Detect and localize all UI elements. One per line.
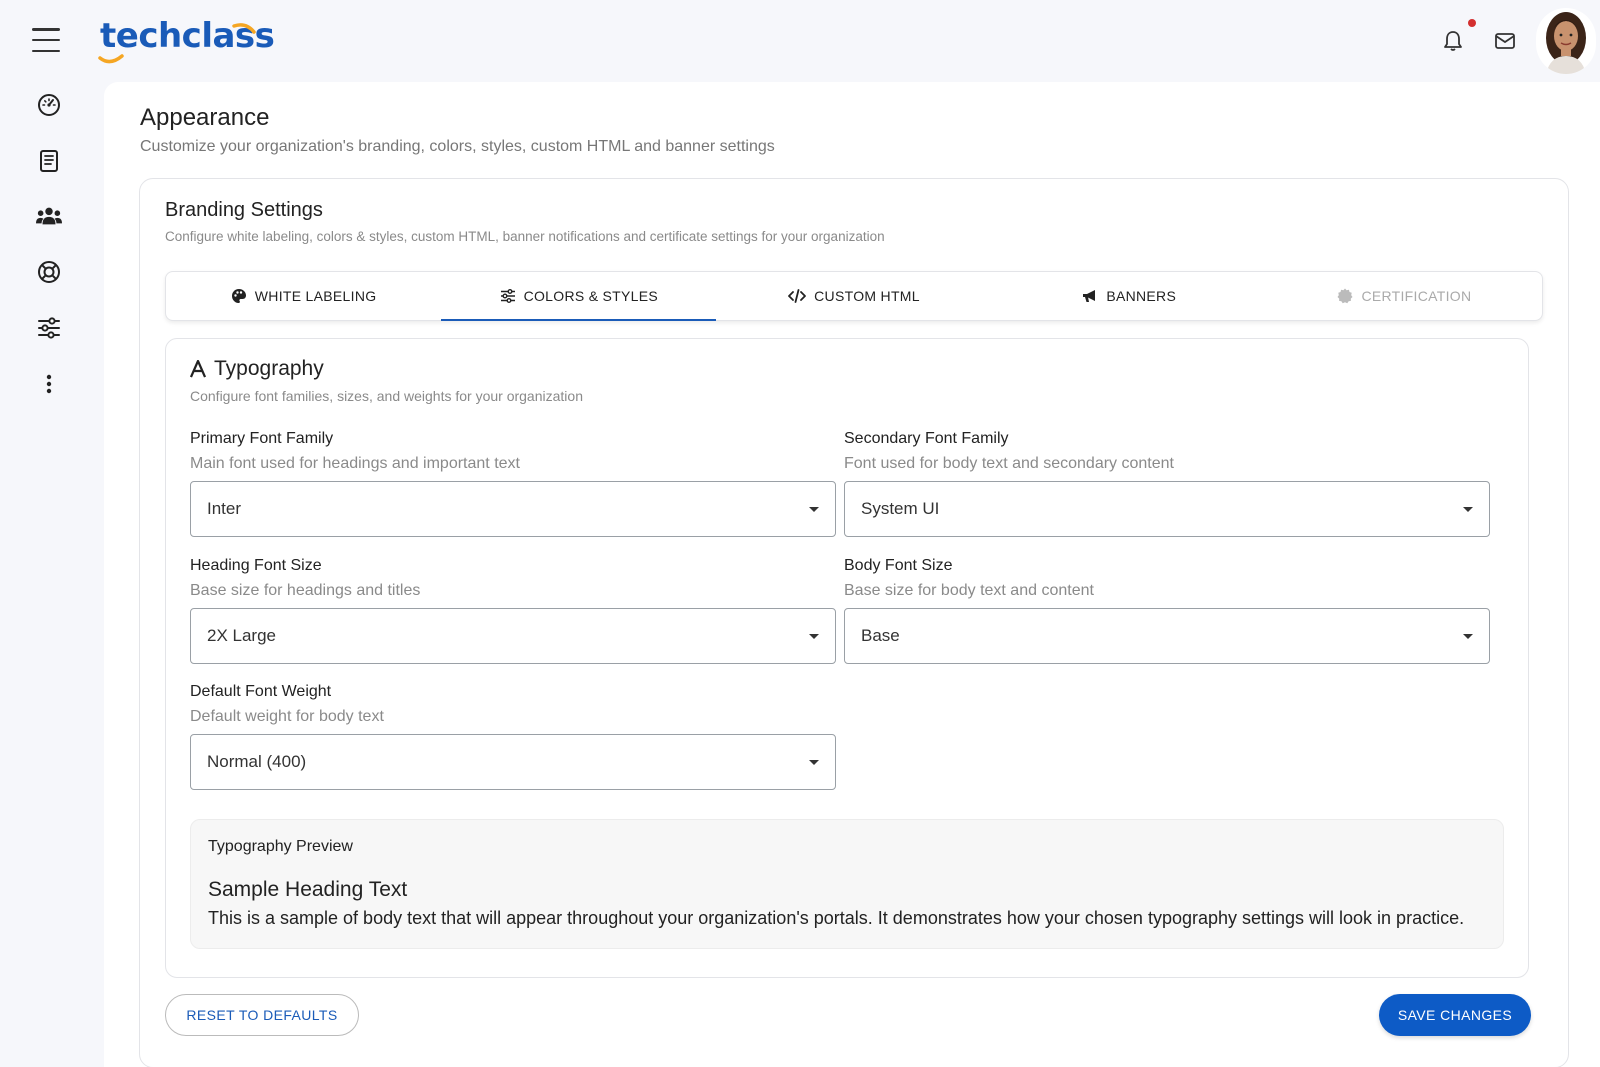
megaphone-icon xyxy=(1083,290,1096,302)
bell-icon[interactable] xyxy=(1440,28,1466,54)
sliders-icon[interactable] xyxy=(36,315,62,341)
avatar[interactable] xyxy=(1536,8,1596,74)
branding-settings-title: Branding Settings xyxy=(165,199,323,221)
tab-banners[interactable]: BANNERS xyxy=(992,272,1267,320)
preview-body: This is a sample of body text that will … xyxy=(208,908,1465,928)
users-icon[interactable] xyxy=(36,203,62,229)
tab-white-labeling[interactable]: WHITE LABELING xyxy=(166,272,441,320)
chevron-down-icon xyxy=(1463,633,1473,639)
typography-subtitle: Configure font families, sizes, and weig… xyxy=(190,388,583,404)
tab-custom-html[interactable]: CUSTOM HTML xyxy=(716,272,991,320)
heading-size-field: Heading Font Size Base size for headings… xyxy=(190,557,836,664)
tab-colors-styles[interactable]: COLORS & STYLES xyxy=(441,272,717,321)
select-value: Inter xyxy=(207,499,242,518)
dashboard-icon[interactable] xyxy=(36,92,62,118)
main-content: Appearance Customize your organization's… xyxy=(104,82,1600,1067)
tab-label: CERTIFICATION xyxy=(1361,288,1472,304)
secondary-font-select[interactable]: System UI xyxy=(844,481,1490,537)
field-label: Default Font Weight xyxy=(190,683,332,700)
field-help: Base size for body text and content xyxy=(844,582,1094,599)
code-icon xyxy=(788,289,807,303)
select-value: Normal (400) xyxy=(207,752,307,771)
menu-icon[interactable] xyxy=(32,28,60,52)
field-help: Base size for headings and titles xyxy=(190,582,421,599)
settings-tabs: WHITE LABELING COLORS & STYLES CUSTOM HT… xyxy=(165,271,1543,321)
typography-title-text: Typography xyxy=(214,357,324,380)
sliders-icon xyxy=(500,289,515,303)
typography-section: Typography Configure font families, size… xyxy=(165,338,1529,978)
body-size-field: Body Font Size Base size for body text a… xyxy=(844,557,1490,664)
badge-icon xyxy=(1337,288,1353,304)
font-weight-select[interactable]: Normal (400) xyxy=(190,734,836,790)
secondary-font-field: Secondary Font Family Font used for body… xyxy=(844,430,1490,537)
font-weight-field: Default Font Weight Default weight for b… xyxy=(190,683,836,790)
heading-size-select[interactable]: 2X Large xyxy=(190,608,836,664)
branding-settings-subtitle: Configure white labeling, colors & style… xyxy=(165,229,885,244)
chevron-down-icon xyxy=(809,506,819,512)
branding-settings-card: Branding Settings Configure white labeli… xyxy=(139,178,1569,1067)
chevron-down-icon xyxy=(809,759,819,765)
save-changes-button[interactable]: SAVE CHANGES xyxy=(1379,994,1531,1036)
field-help: Default weight for body text xyxy=(190,708,384,725)
book-icon[interactable] xyxy=(36,148,62,174)
field-label: Heading Font Size xyxy=(190,557,322,574)
chevron-down-icon xyxy=(1463,506,1473,512)
field-help: Font used for body text and secondary co… xyxy=(844,455,1174,472)
tab-label: BANNERS xyxy=(1106,288,1177,304)
palette-icon xyxy=(231,289,246,303)
top-bar: techclass xyxy=(0,0,1600,82)
font-icon xyxy=(190,360,206,378)
page-subtitle: Customize your organization's branding, … xyxy=(140,138,775,155)
select-value: System UI xyxy=(861,499,940,518)
tab-certification[interactable]: CERTIFICATION xyxy=(1267,272,1542,320)
select-value: 2X Large xyxy=(207,626,276,645)
sidebar xyxy=(0,82,104,1067)
field-label: Primary Font Family xyxy=(190,430,334,447)
preview-heading: Sample Heading Text xyxy=(208,878,408,901)
page-title: Appearance xyxy=(140,104,270,131)
body-size-select[interactable]: Base xyxy=(844,608,1490,664)
more-vertical-icon[interactable] xyxy=(36,371,62,397)
field-help: Main font used for headings and importan… xyxy=(190,455,520,472)
tab-label: WHITE LABELING xyxy=(254,288,377,304)
primary-font-select[interactable]: Inter xyxy=(190,481,836,537)
reset-defaults-button[interactable]: RESET TO DEFAULTS xyxy=(165,994,359,1036)
mail-icon[interactable] xyxy=(1492,28,1518,54)
typography-preview: Typography Preview Sample Heading Text T… xyxy=(190,819,1504,949)
support-icon[interactable] xyxy=(36,259,62,285)
logo[interactable]: techclass xyxy=(98,16,275,66)
preview-label: Typography Preview xyxy=(208,838,353,855)
primary-font-field: Primary Font Family Main font used for h… xyxy=(190,430,836,537)
tab-label: CUSTOM HTML xyxy=(814,288,920,304)
logo-swoosh-icon xyxy=(98,23,256,64)
tab-label: COLORS & STYLES xyxy=(523,288,659,304)
typography-title: Typography xyxy=(190,357,324,381)
notification-dot xyxy=(1468,19,1476,27)
chevron-down-icon xyxy=(809,633,819,639)
select-value: Base xyxy=(861,626,900,645)
field-label: Body Font Size xyxy=(844,557,953,574)
field-label: Secondary Font Family xyxy=(844,430,1009,447)
